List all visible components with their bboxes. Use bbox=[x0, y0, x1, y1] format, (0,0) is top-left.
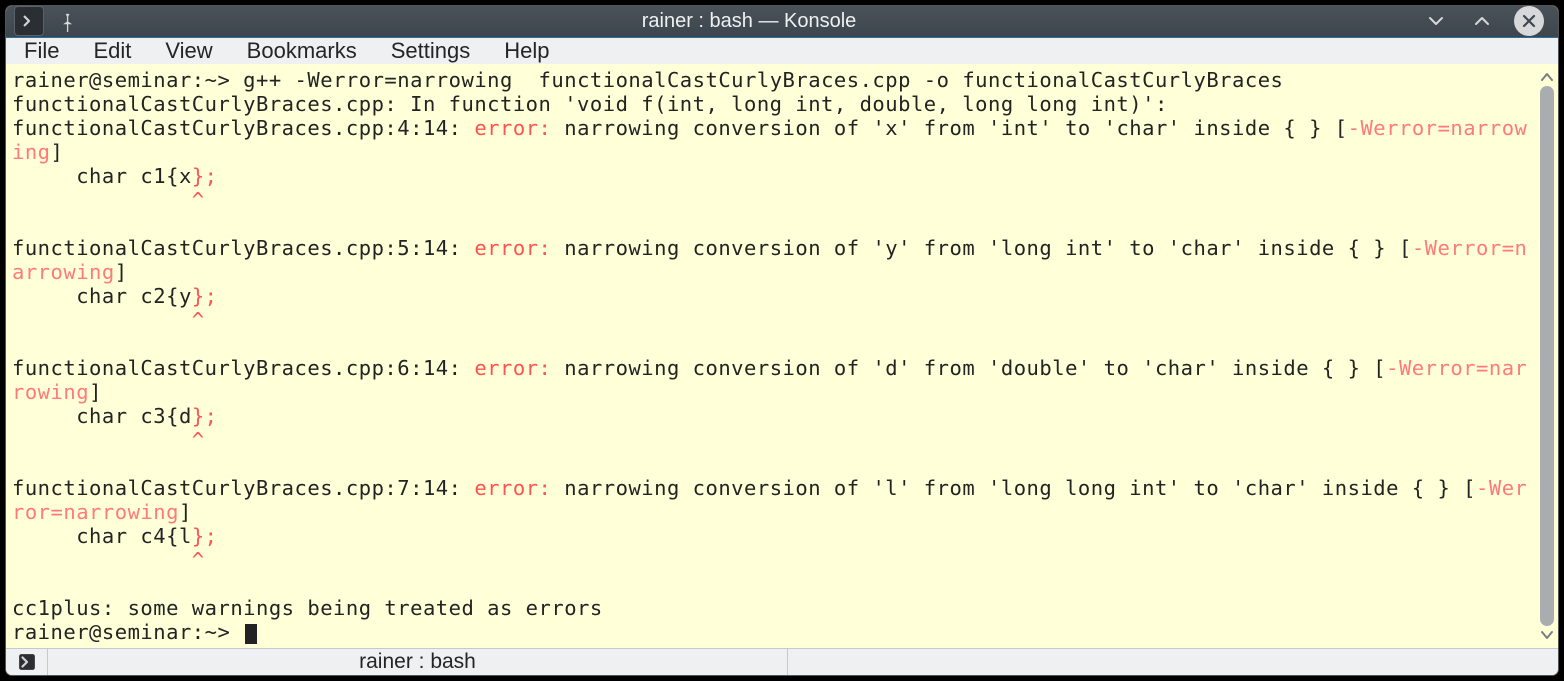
code-snippet: char c4{l bbox=[12, 524, 192, 548]
window-title: rainer : bash — Konsole bbox=[84, 10, 1414, 33]
pin-icon[interactable] bbox=[54, 10, 76, 32]
error-location: functionalCastCurlyBraces.cpp:7:14: bbox=[12, 476, 474, 500]
tab-label: rainer : bash bbox=[359, 650, 476, 674]
bracket-close: ] bbox=[89, 380, 102, 404]
menu-file[interactable]: File bbox=[24, 38, 59, 64]
new-tab-button[interactable] bbox=[6, 649, 48, 675]
titlebar[interactable]: rainer : bash — Konsole bbox=[6, 6, 1558, 37]
scroll-down-icon[interactable] bbox=[1538, 628, 1556, 642]
error-message: narrowing conversion of 'l' from 'long l… bbox=[551, 476, 1476, 500]
terminal-area: rainer@seminar:~> g++ -Werror=narrowing … bbox=[6, 64, 1558, 648]
tabbar: rainer : bash bbox=[6, 648, 1558, 675]
menu-settings[interactable]: Settings bbox=[391, 38, 471, 64]
brace-highlight: }; bbox=[192, 284, 218, 308]
prompt: rainer@seminar:~> bbox=[12, 620, 243, 644]
command-text: g++ -Werror=narrowing functionalCastCurl… bbox=[243, 68, 1283, 92]
code-snippet: char c3{d bbox=[12, 404, 192, 428]
titlebar-left bbox=[14, 6, 76, 36]
prompt: rainer@seminar:~> bbox=[12, 68, 243, 92]
caret-line: ^ bbox=[12, 428, 205, 452]
scrollbar-thumb[interactable] bbox=[1540, 86, 1554, 626]
scroll-up-icon[interactable] bbox=[1538, 70, 1556, 84]
caret-line: ^ bbox=[12, 308, 205, 332]
error-label: error: bbox=[474, 476, 551, 500]
brace-highlight: }; bbox=[192, 164, 218, 188]
bracket-close: ] bbox=[179, 500, 192, 524]
code-snippet: char c1{x bbox=[12, 164, 192, 188]
window-controls bbox=[1422, 6, 1544, 36]
footer-message: cc1plus: some warnings being treated as … bbox=[12, 596, 603, 620]
menubar: File Edit View Bookmarks Settings Help bbox=[6, 37, 1558, 64]
error-location: functionalCastCurlyBraces.cpp:6:14: bbox=[12, 356, 474, 380]
minimize-button[interactable] bbox=[1422, 7, 1450, 35]
error-message: narrowing conversion of 'y' from 'long i… bbox=[551, 236, 1411, 260]
brace-highlight: }; bbox=[192, 404, 218, 428]
brace-highlight: }; bbox=[192, 524, 218, 548]
close-button[interactable] bbox=[1514, 6, 1544, 36]
menu-edit[interactable]: Edit bbox=[93, 38, 131, 64]
compile-context: functionalCastCurlyBraces.cpp: In functi… bbox=[12, 92, 1168, 116]
konsole-window: rainer : bash — Konsole File Edit View B… bbox=[6, 6, 1558, 675]
caret-line: ^ bbox=[12, 548, 205, 572]
menu-help[interactable]: Help bbox=[504, 38, 549, 64]
code-snippet: char c2{y bbox=[12, 284, 192, 308]
error-location: functionalCastCurlyBraces.cpp:5:14: bbox=[12, 236, 474, 260]
error-message: narrowing conversion of 'x' from 'int' t… bbox=[551, 116, 1347, 140]
tab-active[interactable]: rainer : bash bbox=[48, 649, 788, 675]
error-label: error: bbox=[474, 116, 551, 140]
error-message: narrowing conversion of 'd' from 'double… bbox=[551, 356, 1386, 380]
scrollbar[interactable] bbox=[1536, 64, 1558, 648]
bracket-close: ] bbox=[51, 140, 64, 164]
terminal-output[interactable]: rainer@seminar:~> g++ -Werror=narrowing … bbox=[6, 64, 1536, 648]
error-label: error: bbox=[474, 356, 551, 380]
scrollbar-track[interactable] bbox=[1540, 86, 1554, 626]
menu-view[interactable]: View bbox=[165, 38, 212, 64]
cursor-block bbox=[245, 624, 257, 644]
error-location: functionalCastCurlyBraces.cpp:4:14: bbox=[12, 116, 474, 140]
caret-line: ^ bbox=[12, 188, 205, 212]
maximize-button[interactable] bbox=[1468, 7, 1496, 35]
error-label: error: bbox=[474, 236, 551, 260]
app-menu-icon[interactable] bbox=[14, 6, 44, 36]
menu-bookmarks[interactable]: Bookmarks bbox=[247, 38, 357, 64]
bracket-close: ] bbox=[115, 260, 128, 284]
